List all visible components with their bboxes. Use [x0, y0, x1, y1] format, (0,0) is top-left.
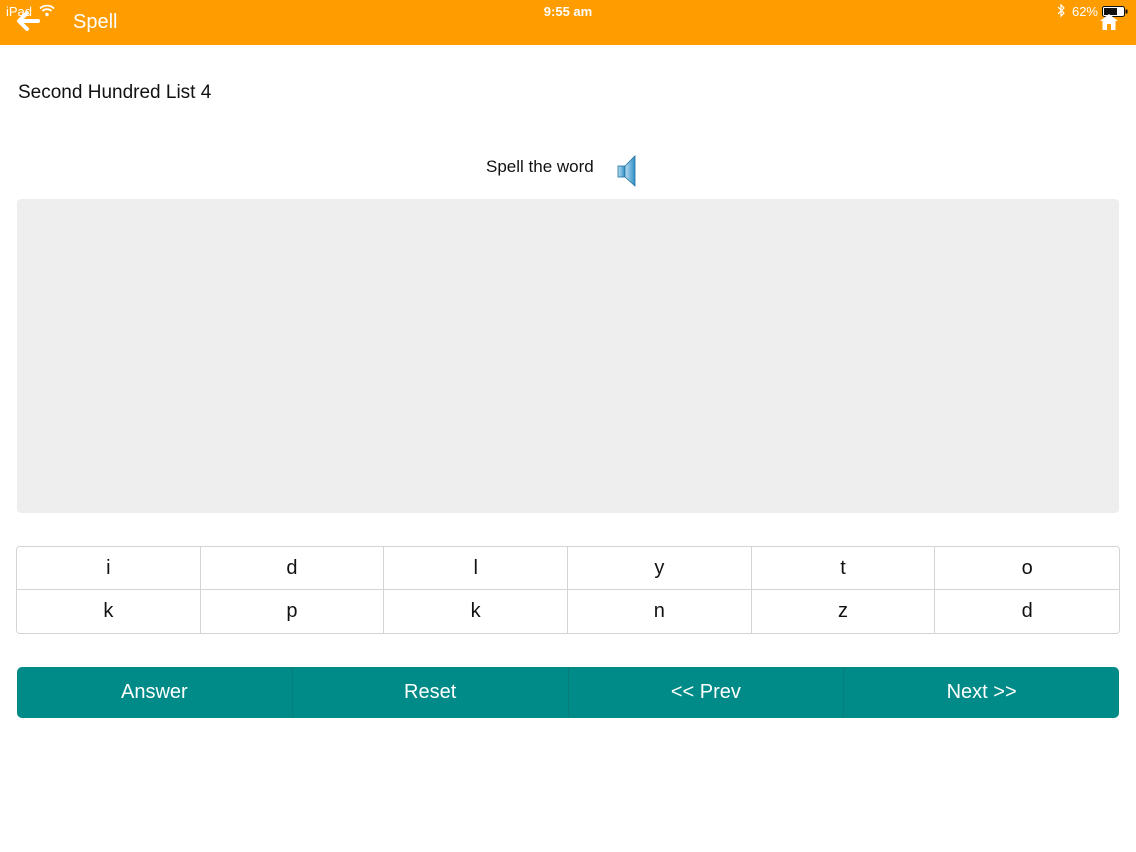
- letter-tile[interactable]: p: [200, 590, 385, 633]
- prompt-row: Spell the word: [0, 154, 1136, 190]
- letter-tile[interactable]: l: [384, 547, 568, 590]
- reset-button[interactable]: Reset: [293, 667, 569, 718]
- list-title: Second Hundred List 4: [18, 82, 212, 103]
- letter-tile[interactable]: o: [935, 547, 1119, 590]
- answer-button[interactable]: Answer: [17, 667, 293, 718]
- letter-tile[interactable]: k: [17, 590, 201, 633]
- letter-tiles: i d l y t o k p k n z d: [16, 546, 1120, 634]
- prompt-text: Spell the word: [486, 157, 594, 176]
- next-button[interactable]: Next >>: [844, 667, 1119, 718]
- back-arrow-icon[interactable]: [16, 11, 40, 31]
- status-time: 9:55 am: [543, 4, 593, 19]
- battery-percent: 62%: [1071, 4, 1098, 19]
- app-title: Spell: [73, 11, 118, 33]
- top-bar: iPad 9:55 am 62% Spell: [0, 0, 1136, 45]
- speaker-icon[interactable]: [616, 154, 638, 188]
- prev-button[interactable]: << Prev: [569, 667, 845, 718]
- bluetooth-icon: [1057, 3, 1065, 18]
- answer-area[interactable]: [17, 199, 1119, 513]
- letter-tile[interactable]: k: [384, 590, 568, 633]
- letter-tile[interactable]: t: [751, 547, 936, 590]
- page: iPad 9:55 am 62% Spell Second Hundred Li…: [0, 0, 1136, 852]
- letter-tile[interactable]: y: [568, 547, 752, 590]
- letter-tile[interactable]: d: [935, 590, 1119, 633]
- letter-tile[interactable]: d: [200, 547, 385, 590]
- letter-tile[interactable]: z: [751, 590, 936, 633]
- letter-tile[interactable]: n: [568, 590, 752, 633]
- home-icon[interactable]: [1100, 14, 1118, 30]
- action-bar: Answer Reset << Prev Next >>: [17, 667, 1119, 718]
- letter-tile[interactable]: i: [17, 547, 201, 590]
